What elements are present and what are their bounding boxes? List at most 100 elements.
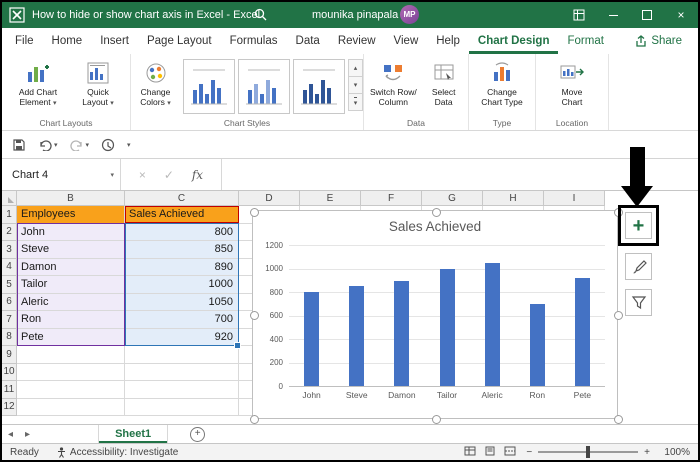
cell-B2[interactable]: John: [17, 224, 125, 242]
cell-C1[interactable]: Sales Achieved: [125, 206, 239, 224]
bar-steve[interactable]: [349, 286, 364, 386]
row-header-11[interactable]: 11: [2, 381, 17, 399]
chart-elements-button[interactable]: +: [625, 212, 652, 239]
column-header-C[interactable]: C: [125, 191, 239, 206]
row-header-2[interactable]: 2: [2, 224, 17, 242]
change-colors-button[interactable]: Change Colors ▾: [131, 57, 180, 109]
menu-tab-chart-design[interactable]: Chart Design: [469, 28, 559, 54]
display-settings-icon[interactable]: [562, 2, 596, 28]
selection-handle[interactable]: [614, 415, 623, 424]
column-header-B[interactable]: B: [17, 191, 125, 206]
cell-C12[interactable]: [125, 399, 239, 417]
customize-qat-button[interactable]: ▾: [127, 141, 131, 149]
selection-handle[interactable]: [432, 415, 441, 424]
menu-tab-file[interactable]: File: [6, 28, 43, 54]
enter-check-icon[interactable]: ✓: [164, 168, 174, 182]
selection-handle[interactable]: [614, 311, 623, 320]
cell-C8[interactable]: 920: [125, 329, 239, 347]
cell-B6[interactable]: Aleric: [17, 294, 125, 312]
add-chart-element-button[interactable]: Add Chart Element ▾: [10, 57, 66, 109]
user-name[interactable]: mounika pinapala: [312, 9, 398, 21]
fill-handle[interactable]: [234, 342, 241, 349]
column-header-G[interactable]: G: [422, 191, 483, 206]
gallery-scroll-down-button[interactable]: ▾: [348, 76, 363, 94]
save-button[interactable]: [12, 138, 26, 152]
selection-handle[interactable]: [250, 311, 259, 320]
cell-C9[interactable]: [125, 346, 239, 364]
column-header-E[interactable]: E: [300, 191, 361, 206]
minimize-button[interactable]: [596, 2, 630, 28]
zoom-slider[interactable]: [538, 451, 638, 453]
bar-ron[interactable]: [530, 304, 545, 386]
accessibility-status[interactable]: Accessibility: Investigate: [57, 447, 178, 458]
chart-style-2[interactable]: [238, 59, 290, 114]
zoom-out-button[interactable]: −: [526, 447, 532, 458]
row-header-3[interactable]: 3: [2, 241, 17, 259]
avatar[interactable]: MP: [400, 5, 419, 24]
view-normal-button[interactable]: [464, 446, 476, 459]
cell-B10[interactable]: [17, 364, 125, 382]
name-box[interactable]: Chart 4 ▾: [2, 159, 121, 190]
bar-tailor[interactable]: [440, 269, 455, 387]
row-header-8[interactable]: 8: [2, 329, 17, 347]
bar-aleric[interactable]: [485, 263, 500, 386]
cell-B1[interactable]: Employees: [17, 206, 125, 224]
cell-C3[interactable]: 850: [125, 241, 239, 259]
column-header-H[interactable]: H: [483, 191, 544, 206]
cell-C5[interactable]: 1000: [125, 276, 239, 294]
bar-pete[interactable]: [575, 278, 590, 386]
cell-B5[interactable]: Tailor: [17, 276, 125, 294]
selection-handle[interactable]: [432, 208, 441, 217]
row-header-1[interactable]: 1: [2, 206, 17, 224]
cell-B9[interactable]: [17, 346, 125, 364]
cell-B4[interactable]: Damon: [17, 259, 125, 277]
bar-john[interactable]: [304, 292, 319, 386]
zoom-in-button[interactable]: +: [644, 447, 650, 458]
menu-tab-home[interactable]: Home: [43, 28, 92, 54]
cell-C11[interactable]: [125, 381, 239, 399]
cell-B7[interactable]: Ron: [17, 311, 125, 329]
menu-tab-view[interactable]: View: [385, 28, 428, 54]
selection-handle[interactable]: [614, 208, 623, 217]
view-page-break-button[interactable]: [504, 446, 516, 459]
view-page-layout-button[interactable]: [484, 446, 496, 459]
selection-handle[interactable]: [250, 208, 259, 217]
undo-button[interactable]: ▾: [38, 139, 58, 151]
chart-style-3[interactable]: [293, 59, 345, 114]
search-icon[interactable]: [254, 8, 267, 26]
row-header-9[interactable]: 9: [2, 346, 17, 364]
chart-title[interactable]: Sales Achieved: [253, 219, 617, 234]
select-all-corner[interactable]: [2, 191, 17, 206]
embedded-chart[interactable]: Sales Achieved020040060080010001200JohnS…: [252, 210, 618, 419]
cell-B11[interactable]: [17, 381, 125, 399]
menu-tab-insert[interactable]: Insert: [91, 28, 138, 54]
name-box-dropdown-icon[interactable]: ▾: [110, 171, 120, 179]
gallery-scroll-up-button[interactable]: ▴: [348, 59, 363, 77]
row-header-7[interactable]: 7: [2, 311, 17, 329]
row-header-6[interactable]: 6: [2, 294, 17, 312]
sheet-nav-right-icon[interactable]: ▸: [19, 429, 36, 440]
menu-tab-page-layout[interactable]: Page Layout: [138, 28, 221, 54]
chart-style-1[interactable]: [183, 59, 235, 114]
menu-tab-data[interactable]: Data: [287, 28, 329, 54]
cell-C7[interactable]: 700: [125, 311, 239, 329]
change-chart-type-button[interactable]: Change Chart Type: [476, 57, 528, 107]
column-header-I[interactable]: I: [544, 191, 605, 206]
menu-tab-format[interactable]: Format: [558, 28, 612, 54]
switch-row-column-button[interactable]: Switch Row/ Column: [367, 57, 419, 107]
sheet-nav-left-icon[interactable]: ◂: [2, 429, 19, 440]
gallery-more-button[interactable]: ▾: [348, 93, 363, 111]
sheet-tab-sheet1[interactable]: Sheet1: [98, 425, 168, 443]
chart-filters-button[interactable]: [625, 289, 652, 316]
touch-mode-button[interactable]: [101, 138, 115, 152]
move-chart-button[interactable]: Move Chart: [551, 57, 593, 107]
add-sheet-button[interactable]: +: [190, 427, 205, 442]
cancel-icon[interactable]: ×: [139, 168, 146, 182]
row-header-5[interactable]: 5: [2, 276, 17, 294]
redo-button[interactable]: ▾: [70, 139, 90, 151]
cell-C2[interactable]: 800: [125, 224, 239, 242]
cell-C6[interactable]: 1050: [125, 294, 239, 312]
cell-B3[interactable]: Steve: [17, 241, 125, 259]
selection-handle[interactable]: [250, 415, 259, 424]
cell-B12[interactable]: [17, 399, 125, 417]
